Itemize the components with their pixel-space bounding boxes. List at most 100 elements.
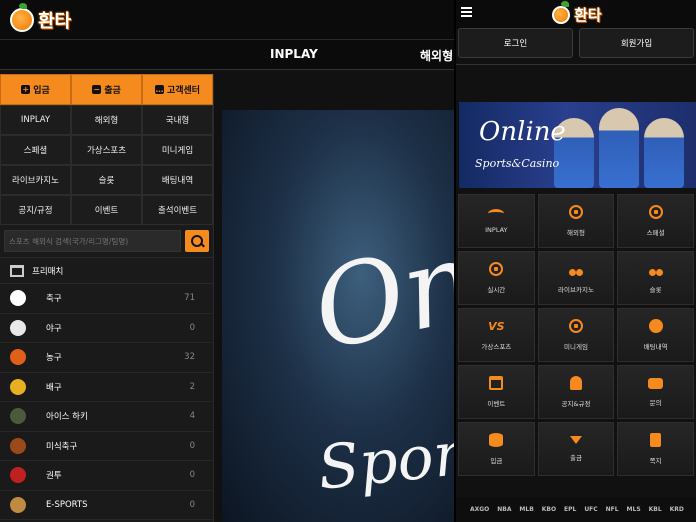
sport-row[interactable]: 아이스 하키 4 bbox=[0, 402, 213, 432]
sport-row[interactable]: E-SPORTS 0 bbox=[0, 491, 213, 520]
partner-logo: KBO bbox=[541, 506, 557, 513]
prematch-header[interactable]: 프리매치 bbox=[0, 258, 213, 284]
nav-inplay[interactable]: INPLAY bbox=[270, 47, 318, 61]
menu-inplay[interactable]: INPLAY bbox=[0, 105, 71, 135]
sport-name: E-SPORTS bbox=[46, 499, 88, 510]
mobile-menu-item[interactable]: 라이브카지노 bbox=[537, 251, 615, 305]
sport-row[interactable]: 배구 2 bbox=[0, 373, 213, 402]
mobile-menu-label: 해외형 bbox=[567, 229, 585, 237]
deposit-button[interactable]: + 입금 bbox=[0, 74, 71, 105]
partner-logo: MLS bbox=[626, 506, 641, 513]
mobile-menu-item[interactable]: 해외형 bbox=[537, 194, 615, 248]
menu-overseas[interactable]: 해외형 bbox=[71, 105, 142, 135]
sport-name: 야구 bbox=[46, 323, 62, 334]
sport-name: 배구 bbox=[46, 382, 62, 393]
basketball-icon bbox=[10, 349, 26, 366]
menu-slot[interactable]: 슬롯 bbox=[71, 165, 142, 195]
menu-notice[interactable]: 공지/규정 bbox=[0, 195, 71, 225]
mobile-menu-item[interactable]: 입금 bbox=[458, 422, 535, 476]
menu-attendance[interactable]: 출석이벤트 bbox=[142, 195, 213, 225]
menu-minigame[interactable]: 미니게임 bbox=[142, 135, 213, 165]
brand-name: 환타 bbox=[38, 11, 72, 32]
menu-event[interactable]: 이벤트 bbox=[71, 195, 142, 225]
mobile-menu-item[interactable]: VS 가상스포츠 bbox=[458, 308, 535, 362]
sport-list: 축구 71 야구 0 농구 32 배구 2 아이스 하키 4 미식축구 0 권투 0 E-SPORTS 0 bbox=[0, 284, 213, 520]
chat-icon bbox=[648, 377, 664, 389]
mobile-menu-item[interactable]: 쪽지 bbox=[617, 422, 694, 476]
cherry-icon bbox=[568, 262, 583, 276]
mobile-menu-label: 공지&규정 bbox=[561, 400, 591, 408]
mobile-menu-item[interactable]: 출금 bbox=[537, 422, 615, 476]
sport-row[interactable]: 미식축구 0 bbox=[0, 432, 213, 461]
mobile-menu-label: 라이브카지노 bbox=[558, 286, 594, 294]
volleyball-icon bbox=[10, 378, 26, 395]
mobile-menu-item[interactable]: INPLAY bbox=[458, 194, 535, 248]
orange-logo-icon bbox=[552, 0, 570, 24]
soccer-icon bbox=[489, 262, 504, 276]
divider bbox=[456, 64, 696, 65]
partner-logos: AXGO NBA MLB KBO EPL UFC NFL MLS KBL KRD bbox=[456, 497, 696, 522]
mobile-menu-label: 입금 bbox=[490, 457, 503, 465]
app-root: 환타 INPLAY 해외형 + 입금 − 출금 … 고객센터 INPLAY 해외형 국… bbox=[0, 0, 696, 522]
search-input[interactable] bbox=[4, 230, 181, 252]
download-icon bbox=[569, 436, 582, 444]
banner-subtitle-text: Sports&Casino bbox=[314, 386, 454, 504]
brand-logo[interactable]: 환타 bbox=[10, 3, 72, 33]
mobile-brand-name: 환타 bbox=[574, 6, 602, 24]
mobile-menu-label: 슬롯 bbox=[649, 286, 662, 294]
esports-icon bbox=[10, 496, 26, 513]
mobile-menu-item[interactable]: 배팅내역 bbox=[617, 308, 694, 362]
sport-count: 32 bbox=[184, 352, 195, 363]
sport-count: 2 bbox=[189, 381, 195, 392]
auth-buttons: 로그인 회원가입 bbox=[456, 28, 696, 60]
mobile-menu-item[interactable]: 미니게임 bbox=[537, 308, 615, 362]
bell-icon bbox=[569, 376, 582, 390]
sport-count: 4 bbox=[189, 411, 195, 422]
minus-square-icon: − bbox=[92, 85, 102, 94]
main-banner[interactable]: Online Sports&Casino bbox=[222, 110, 454, 522]
sidebar: + 입금 − 출금 … 고객센터 INPLAY 해외형 국내형 스페셜 가상스포츠 미… bbox=[0, 74, 214, 522]
login-button[interactable]: 로그인 bbox=[458, 28, 573, 58]
sport-name: 축구 bbox=[46, 294, 62, 305]
sport-count: 0 bbox=[189, 499, 195, 510]
sport-count: 0 bbox=[189, 440, 195, 451]
support-button[interactable]: … 고객센터 bbox=[142, 74, 213, 105]
mobile-menu-item[interactable]: 스페셜 bbox=[617, 194, 694, 248]
mobile-menu-item[interactable]: 공지&규정 bbox=[537, 365, 615, 419]
hamburger-menu-icon[interactable] bbox=[461, 7, 472, 17]
sport-row[interactable]: 권투 0 bbox=[0, 461, 213, 491]
partner-logo: UFC bbox=[584, 506, 598, 513]
calendar-icon bbox=[489, 376, 504, 390]
sport-row[interactable]: 야구 0 bbox=[0, 314, 213, 343]
menu-special[interactable]: 스페셜 bbox=[0, 135, 71, 165]
basketball-icon bbox=[568, 319, 583, 333]
mobile-menu-label: 출금 bbox=[570, 454, 582, 462]
mobile-menu-item[interactable]: 슬롯 bbox=[617, 251, 694, 305]
menu-domestic[interactable]: 국내형 bbox=[142, 105, 213, 135]
sport-row[interactable]: 축구 71 bbox=[0, 284, 213, 314]
coins-icon bbox=[648, 319, 663, 333]
menu-bet-history[interactable]: 배팅내역 bbox=[142, 165, 213, 195]
menu-live-casino[interactable]: 라이브카지노 bbox=[0, 165, 71, 195]
mobile-banner[interactable]: Online Sports&Casino bbox=[459, 102, 696, 188]
search-icon[interactable] bbox=[185, 230, 209, 252]
sport-count: 0 bbox=[189, 470, 195, 481]
sidebar-top-buttons: + 입금 − 출금 … 고객센터 bbox=[0, 74, 213, 105]
mobile-menu-label: 미니게임 bbox=[564, 343, 588, 351]
partner-logo: KRD bbox=[669, 506, 684, 513]
signup-button[interactable]: 회원가입 bbox=[579, 28, 694, 58]
mobile-brand-logo[interactable]: 환타 bbox=[552, 0, 602, 25]
nav-overseas[interactable]: 해외형 bbox=[420, 47, 453, 64]
partner-logo: NFL bbox=[605, 506, 619, 513]
mobile-menu-item[interactable]: 이벤트 bbox=[458, 365, 535, 419]
partner-logo: EPL bbox=[564, 506, 577, 513]
mobile-menu-item[interactable]: 문의 bbox=[617, 365, 694, 419]
clipboard-icon bbox=[650, 433, 662, 447]
mobile-menu-label: 가상스포츠 bbox=[481, 342, 512, 351]
sidebar-menu: INPLAY 해외형 국내형 스페셜 가상스포츠 미니게임 라이브카지노 슬롯 … bbox=[0, 105, 213, 225]
withdraw-button[interactable]: − 출금 bbox=[71, 74, 142, 105]
menu-virtual[interactable]: 가상스포츠 bbox=[71, 135, 142, 165]
sport-row[interactable]: 농구 32 bbox=[0, 343, 213, 373]
calendar-icon bbox=[10, 264, 24, 277]
mobile-menu-item[interactable]: 실시간 bbox=[458, 251, 535, 305]
